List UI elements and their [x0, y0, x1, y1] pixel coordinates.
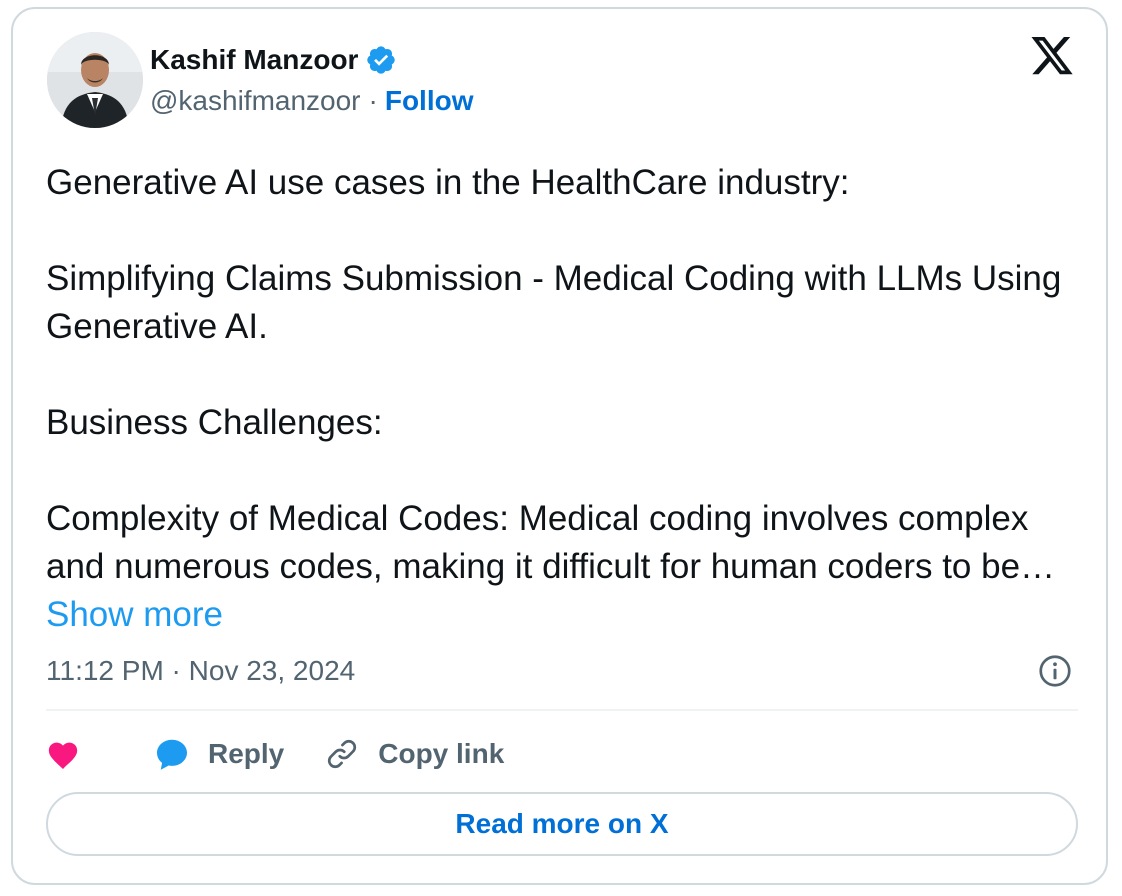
copy-link-label: Copy link: [378, 738, 505, 769]
tweet-timestamp[interactable]: 11:12 PM · Nov 23, 2024: [46, 655, 355, 687]
heart-icon: [48, 742, 78, 770]
action-divider: [46, 709, 1078, 711]
tweet-text: Generative AI use cases in the HealthCar…: [46, 159, 1086, 639]
reply-label: Reply: [208, 738, 285, 769]
author-name[interactable]: Kashif Manzoor: [150, 44, 358, 76]
action-bar: Reply Copy link: [46, 729, 504, 779]
tweet-line-4-text: Complexity of Medical Codes: Medical cod…: [46, 499, 1056, 586]
show-more-link[interactable]: Show more: [46, 595, 223, 634]
tweet-embed-card: Kashif Manzoor @kashifmanzoor · Follow G…: [11, 7, 1108, 885]
read-more-button[interactable]: Read more on X: [46, 792, 1078, 856]
tweet-line-1: Generative AI use cases in the HealthCar…: [46, 163, 850, 202]
verified-badge-icon: [367, 46, 396, 74]
reply-button[interactable]: Reply: [154, 736, 284, 772]
x-logo-icon[interactable]: [1029, 37, 1075, 79]
reply-bubble-icon: [157, 739, 187, 770]
link-icon: [328, 739, 357, 769]
tweet-line-3: Business Challenges:: [46, 403, 383, 442]
like-button[interactable]: [46, 738, 90, 770]
info-icon[interactable]: [1037, 653, 1073, 689]
avatar[interactable]: [47, 32, 143, 128]
follow-link[interactable]: Follow: [385, 85, 474, 117]
handle-separator: ·: [368, 85, 378, 116]
author-handle[interactable]: @kashifmanzoor: [150, 85, 361, 117]
tweet-line-2: Simplifying Claims Submission - Medical …: [46, 259, 1062, 346]
avatar-image: [47, 32, 143, 128]
copy-link-button[interactable]: Copy link: [324, 736, 504, 772]
author-handle-row: @kashifmanzoor · Follow: [150, 85, 474, 117]
tweet-line-4: Complexity of Medical Codes: Medical cod…: [46, 495, 1086, 639]
author-name-row: Kashif Manzoor: [150, 41, 397, 79]
